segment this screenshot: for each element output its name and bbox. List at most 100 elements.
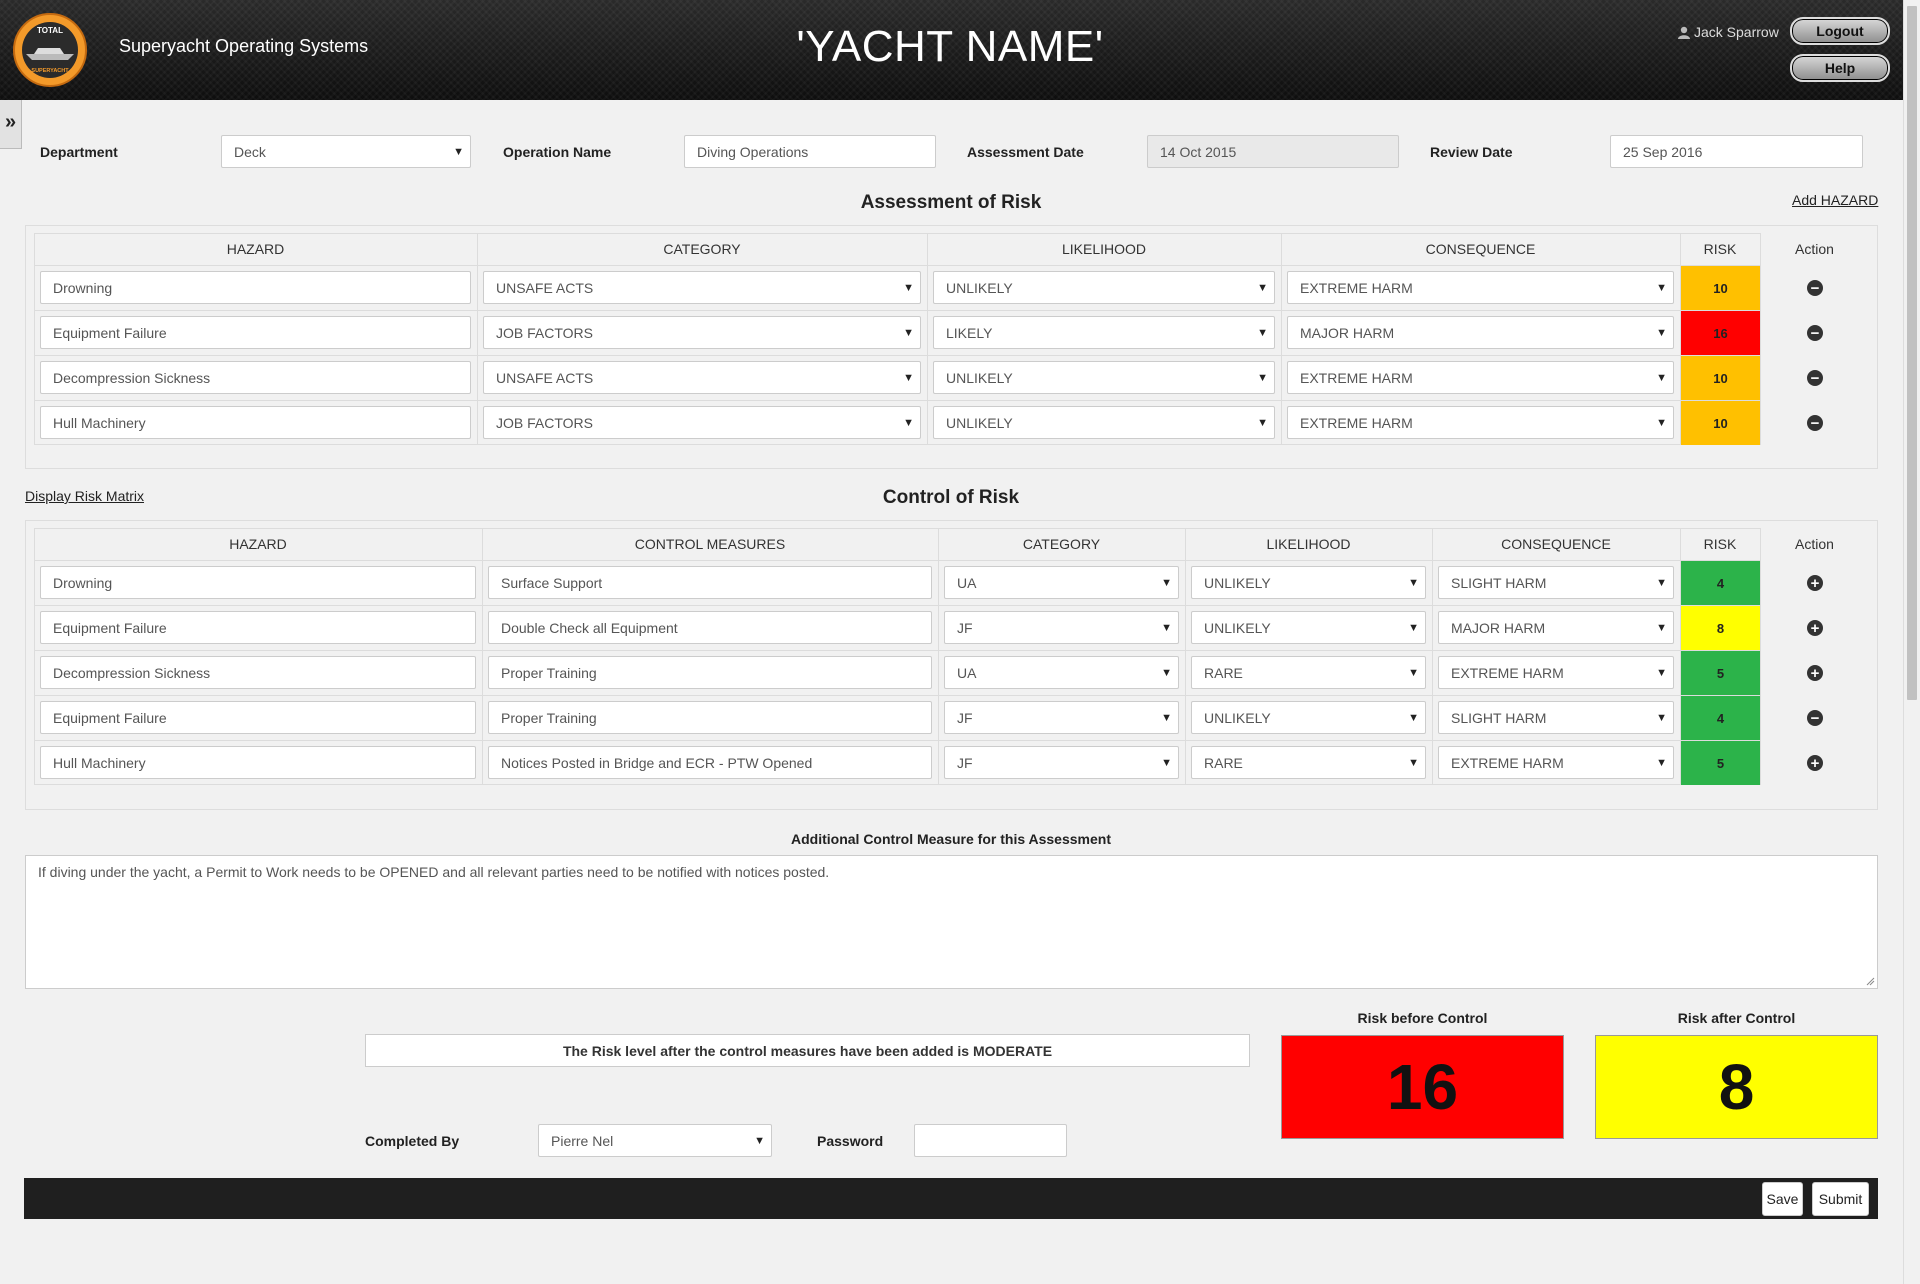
control-measure-input-value: Proper Training	[501, 709, 597, 726]
consequence-select-value: EXTREME HARM	[1300, 279, 1413, 296]
risk-after-label: Risk after Control	[1677, 1010, 1796, 1026]
consequence-select-value: EXTREME HARM	[1300, 414, 1413, 431]
likelihood-select[interactable]: UNLIKELY ▼	[1191, 701, 1426, 734]
consequence-select[interactable]: EXTREME HARM ▼	[1438, 656, 1674, 689]
chevron-down-icon: ▼	[1257, 371, 1268, 384]
control-measure-input[interactable]: Notices Posted in Bridge and ECR - PTW O…	[488, 746, 932, 779]
hazard-input-value: Drowning	[53, 574, 113, 591]
likelihood-select[interactable]: UNLIKELY ▼	[933, 406, 1275, 439]
chevron-down-icon: ▼	[1161, 576, 1172, 589]
hazard-input[interactable]: Hull Machinery	[40, 406, 471, 439]
chevron-down-icon: ▼	[1257, 281, 1268, 294]
category-select-value: UNSAFE ACTS	[496, 369, 594, 386]
remove-circle-icon[interactable]: −	[1807, 325, 1823, 341]
chevron-down-icon: ▼	[1408, 666, 1419, 679]
completed-by-label: Completed By	[365, 1133, 460, 1149]
department-select[interactable]: Deck ▼	[221, 135, 471, 168]
page-scrollbar[interactable]	[1903, 0, 1920, 1284]
resize-handle-icon[interactable]	[1866, 977, 1875, 986]
hazard-input[interactable]: Equipment Failure	[40, 316, 471, 349]
category-select[interactable]: JF ▼	[944, 701, 1179, 734]
likelihood-select[interactable]: RARE ▼	[1191, 656, 1426, 689]
submit-button[interactable]: Submit	[1812, 1182, 1869, 1216]
likelihood-select[interactable]: UNLIKELY ▼	[933, 271, 1275, 304]
chevron-down-icon: ▼	[754, 1134, 765, 1147]
assessment-header-hazard: HAZARD	[226, 241, 285, 257]
risk-summary-message: The Risk level after the control measure…	[365, 1034, 1250, 1067]
hazard-input[interactable]: Drowning	[40, 271, 471, 304]
sidebar-expand-icon[interactable]: »	[0, 100, 22, 149]
likelihood-select[interactable]: UNLIKELY ▼	[1191, 566, 1426, 599]
chevron-down-icon: ▼	[1656, 666, 1667, 679]
consequence-select[interactable]: EXTREME HARM ▼	[1287, 271, 1674, 304]
add-circle-icon[interactable]: +	[1807, 755, 1823, 771]
save-button[interactable]: Save	[1762, 1182, 1803, 1216]
hazard-input[interactable]: Hull Machinery	[40, 746, 476, 779]
consequence-select[interactable]: SLIGHT HARM ▼	[1438, 566, 1674, 599]
category-select[interactable]: JOB FACTORS ▼	[483, 406, 921, 439]
completed-by-value: Pierre Nel	[551, 1132, 614, 1149]
assessment-section-title: Assessment of Risk	[860, 192, 1042, 213]
hazard-input[interactable]: Drowning	[40, 566, 476, 599]
category-select[interactable]: UNSAFE ACTS ▼	[483, 271, 921, 304]
password-input[interactable]	[914, 1124, 1067, 1157]
category-select[interactable]: JF ▼	[944, 611, 1179, 644]
control-measure-input[interactable]: Surface Support	[488, 566, 932, 599]
chevron-down-icon: ▼	[1656, 371, 1667, 384]
consequence-select[interactable]: MAJOR HARM ▼	[1287, 316, 1674, 349]
additional-measure-textarea[interactable]: If diving under the yacht, a Permit to W…	[25, 855, 1878, 989]
chevron-down-icon: ▼	[1161, 621, 1172, 634]
control-measure-input[interactable]: Double Check all Equipment	[488, 611, 932, 644]
consequence-select[interactable]: MAJOR HARM ▼	[1438, 611, 1674, 644]
remove-circle-icon[interactable]: −	[1807, 415, 1823, 431]
hazard-input[interactable]: Decompression Sickness	[40, 361, 471, 394]
category-select[interactable]: JOB FACTORS ▼	[483, 316, 921, 349]
category-select[interactable]: JF ▼	[944, 746, 1179, 779]
likelihood-select-value: RARE	[1204, 664, 1243, 681]
remove-circle-icon[interactable]: −	[1807, 710, 1823, 726]
risk-score-cell: 16	[1681, 311, 1760, 355]
consequence-select[interactable]: SLIGHT HARM ▼	[1438, 701, 1674, 734]
risk-score-cell: 4	[1681, 696, 1760, 740]
likelihood-select[interactable]: LIKELY ▼	[933, 316, 1275, 349]
hazard-input[interactable]: Decompression Sickness	[40, 656, 476, 689]
category-select[interactable]: UA ▼	[944, 566, 1179, 599]
consequence-select[interactable]: EXTREME HARM ▼	[1287, 406, 1674, 439]
add-circle-icon[interactable]: +	[1807, 665, 1823, 681]
add-circle-icon[interactable]: +	[1807, 620, 1823, 636]
add-circle-icon[interactable]: +	[1807, 575, 1823, 591]
password-label: Password	[817, 1133, 884, 1149]
remove-circle-icon[interactable]: −	[1807, 280, 1823, 296]
completed-by-select[interactable]: Pierre Nel ▼	[538, 1124, 772, 1157]
user-name: Jack Sparrow	[1694, 24, 1779, 40]
chevron-down-icon: ▼	[1656, 576, 1667, 589]
likelihood-select-value: UNLIKELY	[1204, 574, 1271, 591]
scrollbar-thumb[interactable]	[1907, 6, 1917, 700]
hazard-input-value: Drowning	[53, 279, 113, 296]
consequence-select-value: SLIGHT HARM	[1451, 574, 1547, 591]
consequence-select-value: EXTREME HARM	[1300, 369, 1413, 386]
review-date-label: Review Date	[1430, 144, 1513, 160]
chevron-down-icon: ▼	[903, 416, 914, 429]
category-select[interactable]: UA ▼	[944, 656, 1179, 689]
remove-circle-icon[interactable]: −	[1807, 370, 1823, 386]
operation-name-input[interactable]: Diving Operations	[684, 135, 936, 168]
likelihood-select[interactable]: UNLIKELY ▼	[1191, 611, 1426, 644]
review-date-input[interactable]: 25 Sep 2016	[1610, 135, 1863, 168]
consequence-select[interactable]: EXTREME HARM ▼	[1438, 746, 1674, 779]
likelihood-select[interactable]: RARE ▼	[1191, 746, 1426, 779]
help-button[interactable]: Help	[1790, 54, 1890, 82]
add-hazard-link[interactable]: Add HAZARD	[1792, 192, 1878, 208]
likelihood-select[interactable]: UNLIKELY ▼	[933, 361, 1275, 394]
control-measure-input[interactable]: Proper Training	[488, 656, 932, 689]
logout-button[interactable]: Logout	[1790, 17, 1890, 45]
category-select[interactable]: UNSAFE ACTS ▼	[483, 361, 921, 394]
control-header-likelihood: LIKELIHOOD	[1266, 536, 1351, 552]
control-measure-input[interactable]: Proper Training	[488, 701, 932, 734]
hazard-input[interactable]: Equipment Failure	[40, 611, 476, 644]
hazard-input[interactable]: Equipment Failure	[40, 701, 476, 734]
chevron-down-icon: ▼	[1656, 756, 1667, 769]
department-value: Deck	[234, 143, 266, 160]
chevron-down-icon: ▼	[1257, 416, 1268, 429]
consequence-select[interactable]: EXTREME HARM ▼	[1287, 361, 1674, 394]
